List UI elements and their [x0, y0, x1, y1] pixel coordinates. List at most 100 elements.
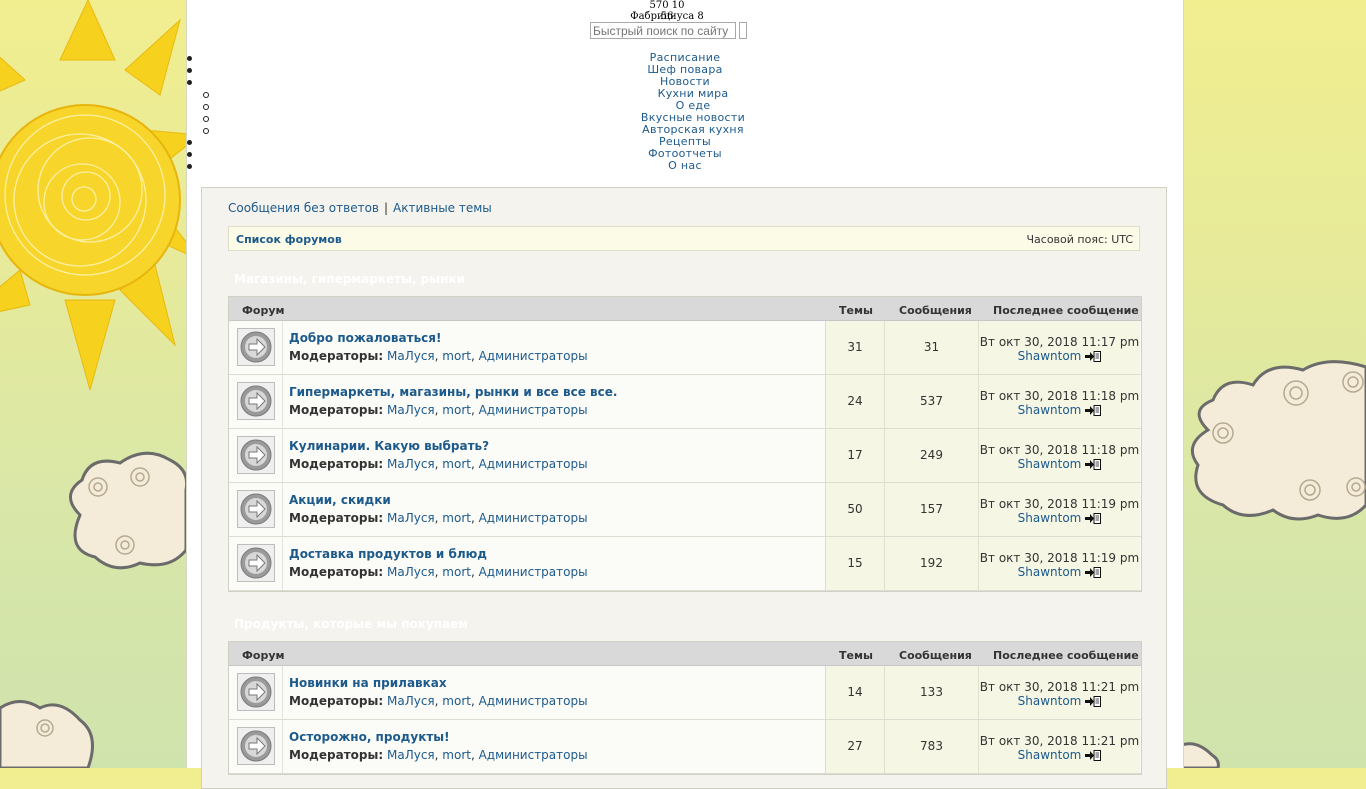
moderator-link[interactable]: МаЛуся [387, 457, 435, 471]
last-post: Вт окт 30, 2018 11:19 pm Shawntom [979, 537, 1140, 590]
table-row: Добро пожаловаться! Модераторы: МаЛуся, … [229, 321, 1141, 375]
view-latest-post-icon[interactable] [1085, 459, 1102, 470]
posts-count: 31 [885, 321, 979, 374]
view-latest-post-icon[interactable] [1085, 567, 1102, 578]
moderators: Модераторы: МаЛуся, mort, Администраторы [289, 565, 588, 579]
last-post-author-link[interactable]: Shawntom [1018, 565, 1082, 579]
moderators: Модераторы: МаЛуся, mort, Администраторы [289, 511, 588, 525]
moderator-link[interactable]: Администраторы [479, 694, 588, 708]
moderator-link[interactable]: Администраторы [479, 457, 588, 471]
topics-count: 14 [826, 666, 885, 719]
last-post-date: Вт окт 30, 2018 11:18 pm [979, 443, 1140, 457]
moderator-link[interactable]: mort [442, 565, 471, 579]
last-post-author-link[interactable]: Shawntom [1018, 511, 1082, 525]
list-bullet-hollow-icon [203, 128, 209, 134]
forum-read-icon [237, 727, 275, 765]
moderator-link[interactable]: МаЛуся [387, 748, 435, 762]
last-post: Вт окт 30, 2018 11:18 pm Shawntom [979, 375, 1140, 428]
column-forum: Форум [242, 304, 285, 317]
forum-title-link[interactable]: Доставка продуктов и блюд [289, 547, 487, 561]
column-last-post: Последнее сообщение [993, 304, 1139, 317]
forum-read-icon [237, 328, 275, 366]
last-post-author-link[interactable]: Shawntom [1018, 403, 1082, 417]
moderator-link[interactable]: МаЛуся [387, 565, 435, 579]
forum-read-icon [237, 490, 275, 528]
moderator-link[interactable]: mort [442, 457, 471, 471]
moderator-link[interactable]: Администраторы [479, 565, 588, 579]
forum-title-link[interactable]: Кулинарии. Какую выбрать? [289, 439, 489, 453]
forum-title-link[interactable]: Осторожно, продукты! [289, 730, 450, 744]
moderator-link[interactable]: mort [442, 403, 471, 417]
last-post: Вт окт 30, 2018 11:18 pm Shawntom [979, 429, 1140, 482]
last-post-author-link[interactable]: Shawntom [1018, 694, 1082, 708]
last-post-author-link[interactable]: Shawntom [1018, 457, 1082, 471]
last-post-author-link[interactable]: Shawntom [1018, 349, 1082, 363]
forum-title-link[interactable]: Гипермаркеты, магазины, рынки и все все … [289, 385, 617, 399]
category-title[interactable]: Магазины, гипермаркеты, рынки [234, 272, 465, 286]
moderator-link[interactable]: МаЛуся [387, 694, 435, 708]
last-post-author-link[interactable]: Shawntom [1018, 748, 1082, 762]
moderators-label: Модераторы: [289, 694, 384, 708]
list-bullet-icon [187, 152, 192, 157]
moderator-link[interactable]: mort [442, 694, 471, 708]
table-row: Доставка продуктов и блюд Модераторы: Ма… [229, 537, 1141, 591]
active-topics-link[interactable]: Активные темы [393, 201, 492, 215]
last-post-date: Вт окт 30, 2018 11:19 pm [979, 497, 1140, 511]
table-header: Форум Темы Сообщения Последнее сообщение [229, 642, 1141, 666]
moderator-link[interactable]: МаЛуся [387, 349, 435, 363]
moderator-link[interactable]: Администраторы [479, 403, 588, 417]
moderator-link[interactable]: mort [442, 349, 471, 363]
forum-title-link[interactable]: Новинки на прилавках [289, 676, 447, 690]
cloud-decoration-bottom-left [0, 700, 94, 768]
moderators: Модераторы: МаЛуся, mort, Администраторы [289, 748, 588, 762]
column-posts: Сообщения [899, 304, 972, 317]
posts-count: 537 [885, 375, 979, 428]
moderators: Модераторы: МаЛуся, mort, Администраторы [289, 349, 588, 363]
moderator-link[interactable]: Администраторы [479, 748, 588, 762]
view-latest-post-icon[interactable] [1085, 750, 1102, 761]
forum-title-link[interactable]: Добро пожаловаться! [289, 331, 441, 345]
moderator-link[interactable]: Администраторы [479, 349, 588, 363]
unanswered-posts-link[interactable]: Сообщения без ответов [228, 201, 379, 215]
list-bullet-hollow-icon [203, 116, 209, 122]
last-post-date: Вт окт 30, 2018 11:19 pm [979, 551, 1140, 565]
last-post-date: Вт окт 30, 2018 11:18 pm [979, 389, 1140, 403]
view-latest-post-icon[interactable] [1085, 696, 1102, 707]
list-bullet-icon [187, 164, 192, 169]
topics-count: 50 [826, 483, 885, 536]
list-bullet-icon [187, 140, 192, 145]
view-latest-post-icon[interactable] [1085, 351, 1102, 362]
view-latest-post-icon[interactable] [1085, 513, 1102, 524]
table-row: Осторожно, продукты! Модераторы: МаЛуся,… [229, 720, 1141, 774]
forum-index-link[interactable]: Список форумов [236, 233, 342, 246]
page-container: 570 10 56 Фабрициуса 8 Расписание Шеф по… [186, 0, 1184, 789]
topics-count: 15 [826, 537, 885, 590]
menu-item-about-us[interactable]: О нас [668, 159, 702, 172]
forum-read-icon [237, 382, 275, 420]
sun-decoration [0, 0, 200, 390]
search-input[interactable] [590, 22, 736, 39]
search-button[interactable] [739, 22, 747, 39]
column-forum: Форум [242, 649, 285, 662]
moderator-link[interactable]: Администраторы [479, 511, 588, 525]
moderators-label: Модераторы: [289, 511, 384, 525]
last-post: Вт окт 30, 2018 11:19 pm Shawntom [979, 483, 1140, 536]
forum-read-icon [237, 544, 275, 582]
last-post: Вт окт 30, 2018 11:21 pm Shawntom [979, 720, 1140, 773]
moderators-label: Модераторы: [289, 565, 384, 579]
table-row: Новинки на прилавках Модераторы: МаЛуся,… [229, 666, 1141, 720]
moderator-link[interactable]: mort [442, 748, 471, 762]
moderator-link[interactable]: mort [442, 511, 471, 525]
moderator-link[interactable]: МаЛуся [387, 403, 435, 417]
address: Фабрициуса 8 [630, 11, 704, 22]
moderators: Модераторы: МаЛуся, mort, Администраторы [289, 694, 588, 708]
forum-title-link[interactable]: Акции, скидки [289, 493, 391, 507]
list-bullet-icon [187, 56, 192, 61]
table-header: Форум Темы Сообщения Последнее сообщение [229, 297, 1141, 321]
quick-links: Сообщения без ответов | Активные темы [228, 201, 492, 215]
link-separator: | [384, 201, 389, 215]
view-latest-post-icon[interactable] [1085, 405, 1102, 416]
category-title[interactable]: Продукты, которые мы покупаем [234, 617, 468, 631]
forum-read-icon [237, 673, 275, 711]
moderator-link[interactable]: МаЛуся [387, 511, 435, 525]
